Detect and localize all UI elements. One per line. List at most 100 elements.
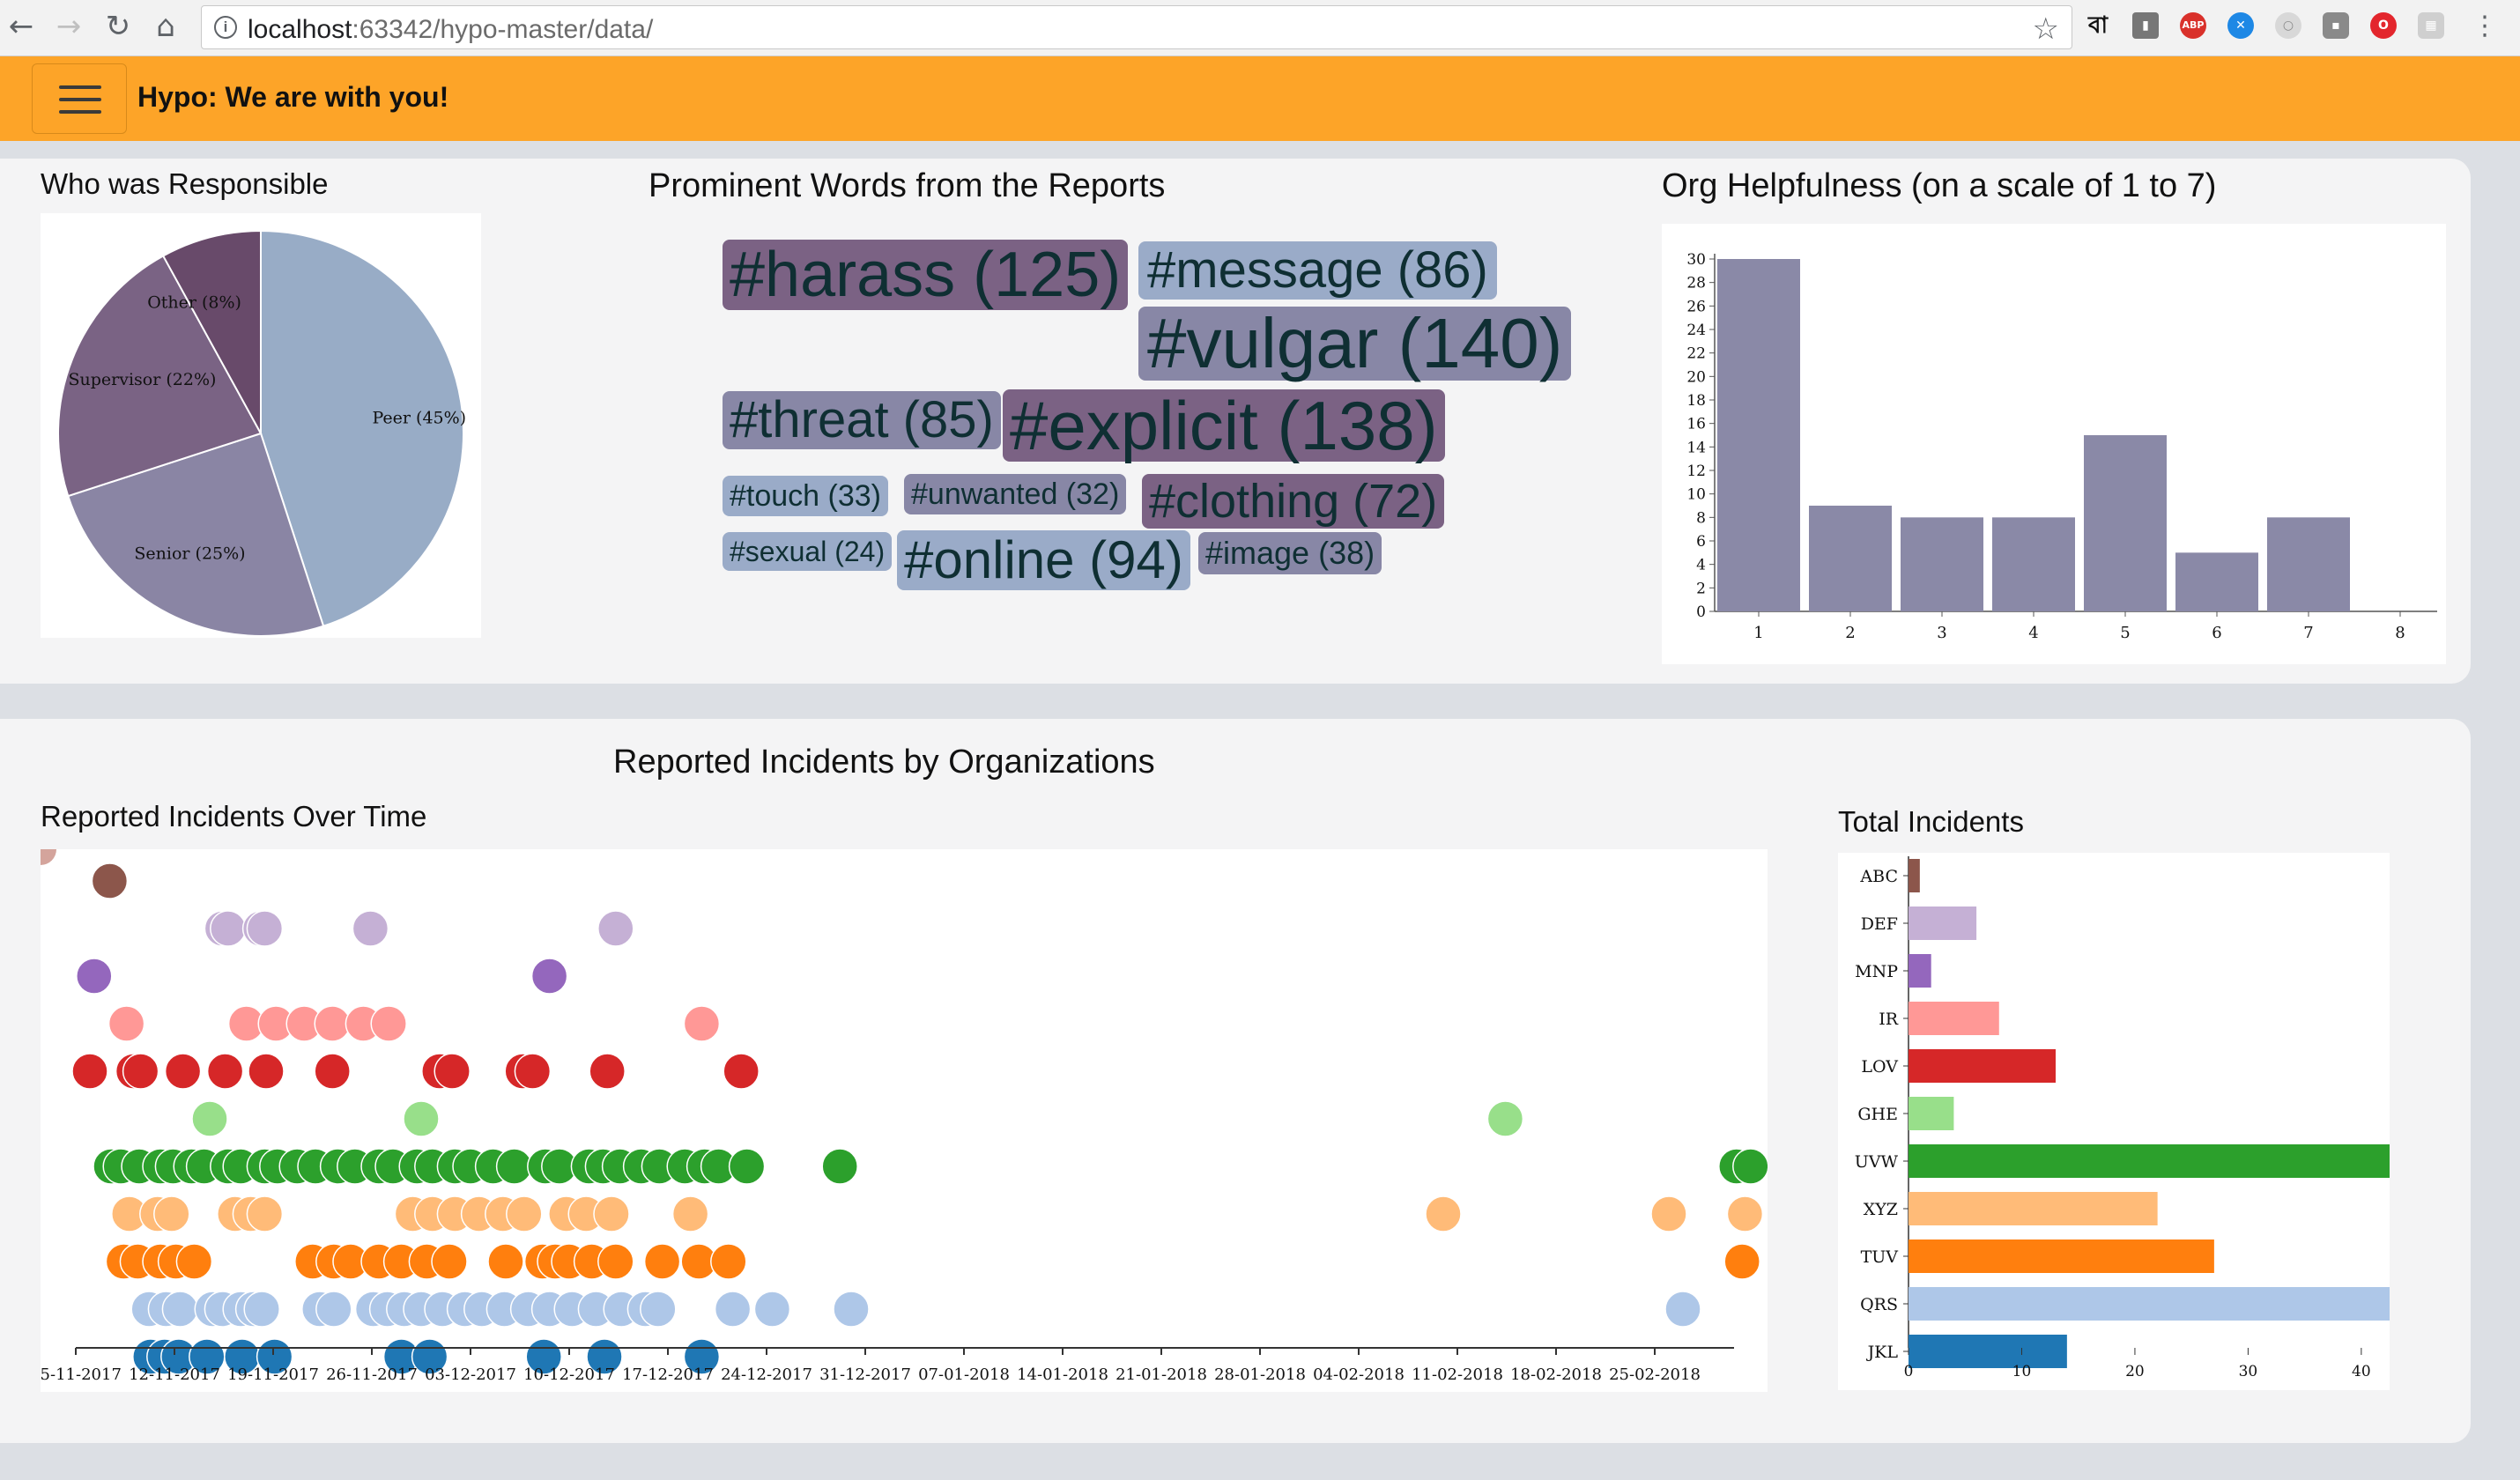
incidents-total-title: Total Incidents	[1838, 805, 2024, 838]
total-category-label: JKL	[1866, 1343, 1899, 1362]
word-tag[interactable]: #harass (125)	[723, 240, 1129, 310]
incident-dot	[833, 1291, 870, 1328]
word-tag[interactable]: #image (38)	[1198, 532, 1382, 574]
incident-dot	[246, 910, 284, 947]
partial-dot	[41, 849, 56, 865]
home-icon[interactable]: ⌂	[148, 9, 183, 44]
opera-extension-icon[interactable]: O	[2370, 12, 2397, 39]
square-extension-icon[interactable]: ▪	[2323, 12, 2349, 39]
helpfulness-bar	[1992, 517, 2075, 611]
helpfulness-title: Org Helpfulness (on a scale of 1 to 7)	[1662, 167, 2217, 204]
incident-dot	[753, 1291, 791, 1328]
y-tick-label: 6	[1696, 533, 1706, 551]
time-tick-label: 04-02-2018	[1313, 1365, 1405, 1384]
incident-dot	[370, 1005, 407, 1042]
incidents-time-card: 05-11-2017 12-11-2017 19-11-2017 26-11-2017…	[30, 849, 1769, 1392]
incident-dot	[530, 958, 568, 995]
total-category-label: UVW	[1855, 1152, 1899, 1172]
time-tick-label: 17-12-2017	[622, 1365, 714, 1384]
bangla-extension-icon[interactable]: বা	[2085, 12, 2111, 39]
word-tag[interactable]: #vulgar (140)	[1138, 307, 1572, 381]
incident-dot	[1726, 1195, 1764, 1232]
total-bar	[1909, 1002, 1999, 1035]
time-tick-label: 21-01-2018	[1115, 1365, 1207, 1384]
incident-dot	[597, 910, 634, 947]
address-bar[interactable]: i localhost:63342/hypo-master/data/ ☆	[201, 5, 2072, 49]
time-tick-label: 18-02-2018	[1510, 1365, 1602, 1384]
word-tag[interactable]: #clothing (72)	[1142, 474, 1445, 529]
word-tag[interactable]: #touch (33)	[723, 476, 888, 516]
incident-dot	[597, 1243, 634, 1280]
total-bar	[1909, 1097, 1954, 1130]
x-tick-label: 1	[1753, 624, 1763, 642]
adblock-extension-icon[interactable]: ABP	[2180, 12, 2206, 39]
word-tag[interactable]: #explicit (138)	[1003, 389, 1445, 462]
incident-dot	[434, 1053, 471, 1090]
y-tick-label: 22	[1686, 345, 1706, 363]
incident-dot	[76, 958, 113, 995]
pie-label: Other (8%)	[147, 292, 241, 312]
word-tag[interactable]: #threat (85)	[723, 391, 1001, 449]
word-tag[interactable]: #sexual (24)	[723, 532, 893, 571]
incident-dot	[1486, 1100, 1524, 1137]
incident-dot	[1650, 1195, 1687, 1232]
helpfulness-bar	[1809, 506, 1892, 611]
time-tick-label: 31-12-2017	[819, 1365, 911, 1384]
bookmark-star-icon[interactable]: ☆	[2033, 11, 2059, 47]
word-tag[interactable]: #unwanted (32)	[904, 474, 1127, 514]
menu-button[interactable]	[32, 63, 127, 134]
helpfulness-bar-chart: 0246810121416182022242628301 2 3 4 5 6 7 8	[1686, 251, 2437, 642]
incident-dot	[315, 1291, 352, 1328]
incident-dot	[352, 910, 389, 947]
total-bar	[1909, 1192, 2158, 1225]
total-category-label: DEF	[1861, 914, 1898, 934]
time-tick-label: 11-02-2018	[1412, 1365, 1503, 1384]
word-tag[interactable]: #message (86)	[1138, 241, 1497, 300]
forward-icon[interactable]: →	[51, 9, 86, 44]
incident-dot	[153, 1195, 190, 1232]
grey-extension-icon[interactable]: ○	[2275, 12, 2301, 39]
incident-dot	[431, 1243, 468, 1280]
incident-dot	[728, 1148, 766, 1185]
y-tick-label: 4	[1696, 557, 1706, 574]
y-tick-label: 12	[1686, 462, 1706, 480]
x-tick-label: 4	[2028, 624, 2038, 642]
incident-dot	[206, 1053, 244, 1090]
incident-dot	[161, 1291, 199, 1328]
incident-dot	[164, 1053, 202, 1090]
x-tick-label: 0	[1904, 1363, 1914, 1380]
total-bar	[1909, 906, 1977, 940]
browser-menu-icon[interactable]: ⋮	[2467, 9, 2502, 44]
blue-extension-icon[interactable]: ✕	[2227, 12, 2254, 39]
reload-icon[interactable]: ↻	[100, 9, 136, 44]
back-icon[interactable]: ←	[4, 9, 39, 44]
y-tick-label: 0	[1696, 603, 1706, 621]
word-tag[interactable]: #online (94)	[897, 530, 1190, 590]
incident-dot	[403, 1100, 440, 1137]
incident-dot	[514, 1053, 552, 1090]
incident-dot	[589, 1053, 626, 1090]
incident-dot	[91, 862, 129, 899]
incident-dot	[495, 1148, 533, 1185]
puzzle-extension-icon[interactable]: ▦	[2418, 12, 2444, 39]
ghost-extension-icon[interactable]: ▮	[2132, 12, 2159, 39]
time-tick-label: 19-11-2017	[227, 1365, 319, 1384]
helpfulness-bar	[2175, 552, 2258, 611]
helpfulness-bar	[1717, 259, 1800, 611]
incidents-section-title: Reported Incidents by Organizations	[613, 744, 1155, 781]
x-tick-label: 8	[2395, 624, 2405, 642]
site-info-icon[interactable]: i	[214, 16, 237, 39]
incident-dot	[683, 1005, 721, 1042]
y-tick-label: 20	[1686, 368, 1706, 386]
incident-dot	[1723, 1243, 1760, 1280]
incident-dot	[107, 1005, 145, 1042]
responsible-pie-card: Peer (45%) Senior (25%) Supervisor (22%) Ot…	[41, 213, 481, 638]
y-tick-label: 24	[1686, 322, 1706, 339]
hamburger-icon-line	[59, 85, 101, 89]
y-tick-label: 10	[1686, 486, 1706, 504]
total-category-label: LOV	[1861, 1057, 1898, 1077]
incident-dot	[248, 1053, 285, 1090]
y-tick-label: 14	[1686, 439, 1706, 456]
incident-dot	[723, 1053, 760, 1090]
x-tick-label: 2	[1845, 624, 1855, 642]
